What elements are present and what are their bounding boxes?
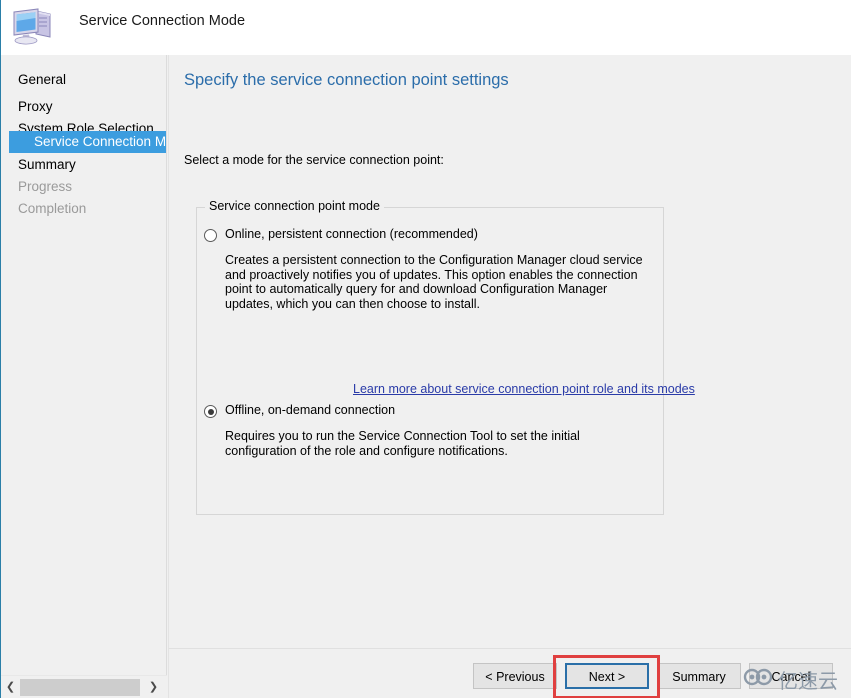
learn-more-link[interactable]: Learn more about service connection poin…	[353, 382, 695, 396]
wizard-footer: < Previous Next > Summary Cancel	[168, 648, 851, 698]
sidebar-item-proxy[interactable]: Proxy	[9, 96, 53, 118]
title-bar: Service Connection Mode	[1, 0, 851, 55]
sidebar-item-summary[interactable]: Summary	[9, 154, 76, 176]
radio-online-persistent-label: Online, persistent connection (recommend…	[225, 227, 478, 241]
radio-offline-on-demand-label: Offline, on-demand connection	[225, 403, 396, 417]
horizontal-scrollbar[interactable]: ❮ ❯	[1, 675, 167, 698]
option-offline-on-demand[interactable]: Offline, on-demand connection Requires y…	[204, 403, 645, 458]
group-label: Service connection point mode	[205, 199, 384, 213]
next-button[interactable]: Next >	[565, 663, 649, 689]
summary-button[interactable]: Summary	[657, 663, 741, 689]
cancel-button[interactable]: Cancel	[749, 663, 833, 689]
instruction-text: Select a mode for the service connection…	[184, 153, 444, 167]
scroll-right-arrow-icon[interactable]: ❯	[145, 677, 162, 698]
page-title: Specify the service connection point set…	[184, 71, 509, 89]
option-offline-on-demand-description: Requires you to run the Service Connecti…	[225, 429, 580, 458]
sidebar-item-service-connection-mode[interactable]: Service Connection Mode	[9, 131, 166, 153]
wizard-content-panel: Specify the service connection point set…	[168, 55, 851, 648]
previous-button[interactable]: < Previous	[473, 663, 557, 689]
option-online-persistent[interactable]: Online, persistent connection (recommend…	[204, 227, 645, 311]
scrollbar-thumb[interactable]	[20, 679, 140, 696]
sidebar-item-progress: Progress	[18, 179, 73, 194]
sidebar-item-completion: Completion	[18, 201, 87, 216]
radio-offline-on-demand[interactable]	[204, 405, 217, 418]
radio-online-persistent[interactable]	[204, 229, 217, 242]
sidebar-item-general[interactable]: General	[9, 69, 66, 91]
computer-icon	[11, 6, 55, 46]
window-title: Service Connection Mode	[79, 13, 246, 29]
wizard-sidebar: General Proxy System Role Selection Serv…	[1, 55, 167, 675]
option-online-persistent-description: Creates a persistent connection to the C…	[225, 253, 643, 311]
wizard-window: Service Connection Mode General Proxy Sy…	[0, 0, 851, 698]
scroll-left-arrow-icon[interactable]: ❮	[2, 677, 19, 698]
